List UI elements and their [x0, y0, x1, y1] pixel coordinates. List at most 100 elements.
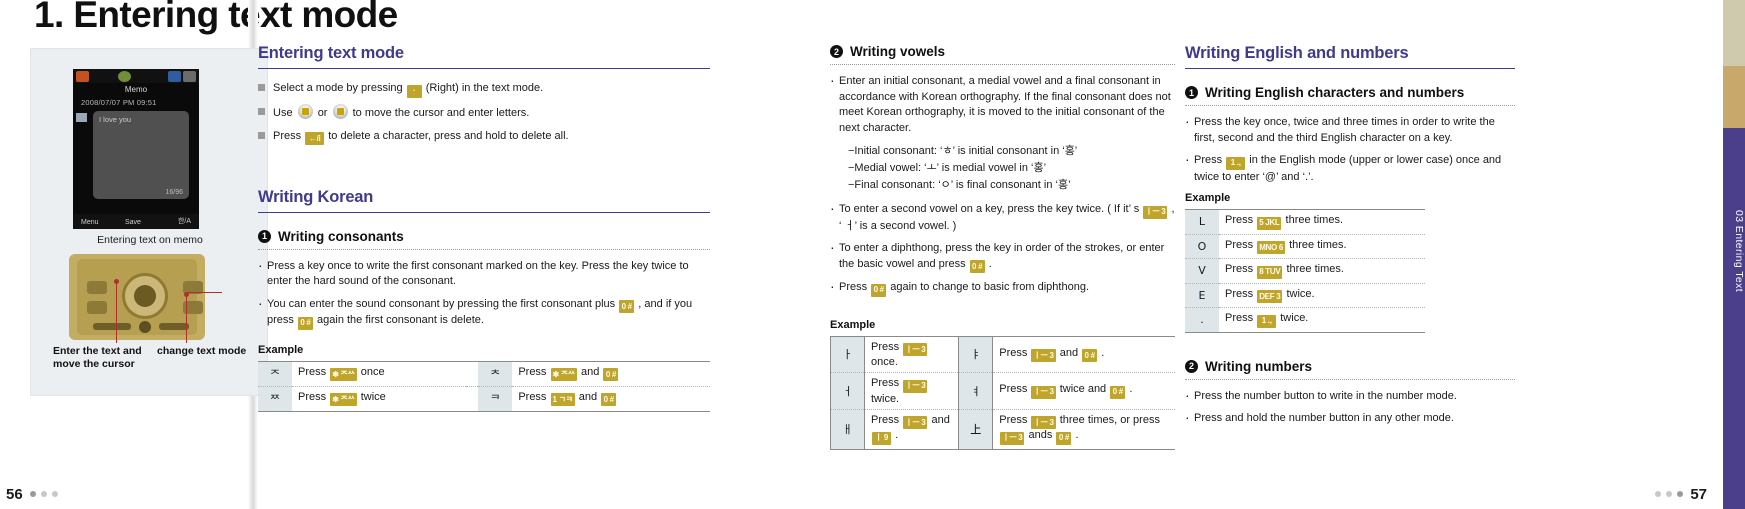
callout-line-right-h	[186, 292, 222, 293]
phone-text-box: I love you 16/96	[93, 111, 189, 199]
memo-icon	[76, 113, 87, 122]
bullet-second-vowel: To enter a second vowel on a key, press …	[830, 201, 1175, 234]
vowel-glyph-ae: ㅐ	[830, 409, 865, 449]
photo-caption: Entering text on memo	[97, 234, 203, 246]
vowel-key-chip-8: ㅣㅡ 3	[1031, 416, 1056, 429]
table-row: L Press 5 JKL three times.	[1185, 209, 1425, 235]
table-row: ㅓ Press ㅣㅡ 3 twice. ㅕ Press ㅣㅡ 3 twice a…	[830, 372, 1175, 410]
key-chip-1: 1 .,	[1257, 314, 1277, 328]
menu-key-icon	[139, 321, 151, 333]
page-dots-right	[1655, 491, 1683, 497]
soft-key-left: Menu	[81, 219, 99, 226]
e-pre-3: Press	[1225, 263, 1254, 275]
one-key-chip-2: 1 .,	[1226, 156, 1246, 170]
callout-dot-left	[114, 279, 119, 284]
globe-icon	[118, 71, 131, 82]
vowel-glyph-eo: ㅓ	[830, 372, 865, 410]
table-gap	[466, 361, 479, 387]
vowel-desc-eo: Press ㅣㅡ 3 twice.	[864, 372, 959, 410]
zero-hash-key-chip-5: 0 #	[969, 260, 985, 273]
english-example-table: L Press 5 JKL three times. O Press MNO 6…	[1185, 209, 1425, 333]
consonant-desc-k: Press 1 ㄱㅋ and 0 #	[512, 386, 710, 411]
english-desc-l: Press 5 JKL three times.	[1219, 209, 1425, 235]
second-vowel-p2: s	[1133, 203, 1140, 215]
key-chip-8: 8 TUV	[1257, 265, 1283, 279]
e-pre: Press	[1225, 214, 1254, 226]
signal-icon	[76, 71, 89, 82]
vowel-glyph-yeo: ㅕ	[958, 372, 994, 410]
phone-soft-key-bar: Menu Save 한/A	[73, 214, 199, 229]
navigation-key-icon-2	[332, 104, 348, 119]
send-key-icon	[93, 323, 131, 330]
desc-mid-r: and	[581, 365, 600, 378]
vowel-desc-a: Press ㅣㅡ 3 once.	[864, 336, 959, 373]
bullet-press-key-times: Press the key once, twice and three time…	[1185, 114, 1515, 146]
vowel-key-chip-6: ㅣㅡ 3	[903, 416, 928, 429]
dash-final-consonant: −Final consonant: ‘ㅇ’ is final consonant…	[848, 179, 1071, 191]
vowel-desc-yeo: Press ㅣㅡ 3 twice and 0 # .	[992, 372, 1175, 410]
vowel-glyph-a: ㅏ	[830, 336, 865, 373]
example-label-vowels: Example	[830, 318, 876, 331]
number-badge-1: 1	[258, 229, 271, 243]
dash-medial-vowel: −Medial vowel: ‘ㅗ’ is medial vowel in ‘홍…	[848, 162, 1047, 174]
subsection-title-numbers: Writing numbers	[1205, 358, 1313, 374]
star-key-chip-2: ✱ ᄌᄊ	[550, 368, 577, 382]
subsection-writing-vowels: 2 Writing vowels	[830, 44, 1175, 59]
subsection-english-characters: 1 Writing English characters and numbers	[1185, 85, 1515, 100]
subsection-writing-numbers: 2 Writing numbers	[1185, 359, 1515, 374]
table-row: O Press MNO 6 three times.	[1185, 234, 1425, 259]
basic-p1: Press	[839, 281, 868, 293]
consonant-glyph-ch: ᄎ	[478, 361, 513, 387]
english-bullets: Press the key once, twice and three time…	[1185, 114, 1515, 185]
bullet-orthography: Enter an initial consonant, a medial vow…	[830, 73, 1175, 136]
table-row: ᄍ Press ✱ ᄌᄊ twice ᄏ Press 1 ㄱㅋ and 0 #	[258, 386, 710, 411]
english-letter-o: O	[1185, 234, 1219, 259]
vowel-role-list: −Initial consonant: ‘ㅎ’ is initial conso…	[848, 143, 1175, 194]
soft-key-right: 한/A	[177, 218, 191, 225]
zero-hash-key-chip-8: 0 #	[1110, 385, 1126, 399]
section-rule-3	[1185, 68, 1515, 69]
page-dot	[1655, 491, 1661, 497]
bullet-press-key-once: Press a key once to write the first cons…	[258, 258, 710, 290]
english-desc-v: Press 8 TUV three times.	[1219, 258, 1425, 284]
zero-hash-key-chip-6: 0 #	[871, 283, 887, 297]
english-letter-l: L	[1185, 209, 1219, 235]
right-key-chip: ·	[406, 84, 422, 98]
e-post-4: twice.	[1286, 287, 1315, 300]
vowel-key-chip-3: ㅣㅡ 3	[1031, 349, 1056, 362]
e-post-3: three times.	[1286, 263, 1344, 275]
v-pre-r3: Press	[999, 413, 1028, 426]
desc-pre-r: Press	[518, 365, 547, 378]
key-chip-5: 5 JKL	[1257, 216, 1282, 230]
english-desc-o: Press MNO 6 three times.	[1219, 234, 1425, 259]
bullet-text-post-3: to delete a character, press and hold to…	[328, 129, 569, 142]
table-row: ᄌ Press ✱ ᄌᄊ once ᄎ Press ✱ ᄌᄊ and 0 #	[258, 361, 710, 387]
vowel-desc-ya: Press ㅣㅡ 3 and 0 # .	[992, 336, 1175, 373]
table-row: E Press DEF 3 twice.	[1185, 283, 1425, 308]
section-title-writing-korean: Writing Korean	[258, 187, 374, 206]
dotted-rule-2	[830, 64, 1175, 65]
bullet-press-delete: Press ←/i to delete a character, press a…	[258, 128, 710, 145]
diphthong-p2: .	[988, 257, 992, 270]
page-dot	[52, 491, 58, 497]
v-mid2-r3: ands	[1028, 429, 1053, 441]
v-pre: Press	[871, 340, 900, 353]
section-title-entering-text-mode: Entering text mode	[258, 44, 404, 62]
callout-label-right: change text mode	[157, 345, 247, 357]
v-mid-3: and	[931, 413, 950, 426]
basic-p2: again to change to basic from diphthong.	[890, 281, 1089, 293]
phone-screen-date: 2008/07/07 PM 09:51	[81, 98, 157, 107]
phone-status-bar	[73, 69, 199, 83]
vowel-desc-oe: Press ㅣㅡ 3 three times, or press ㅣㅡ 3 an…	[992, 409, 1175, 449]
page-dot	[1666, 491, 1672, 497]
second-vowel-p3: ,	[1171, 203, 1175, 215]
edge-segment-top	[1723, 0, 1745, 66]
e-pre-2: Press	[1225, 238, 1254, 251]
callout-label-left: Enter the text and move the cursor	[53, 345, 142, 370]
subsection-writing-consonants: 1 Writing consonants	[258, 229, 710, 244]
v-mid-r2: twice and	[1059, 383, 1107, 395]
battery-icon	[168, 71, 181, 82]
subsection-title-vowels: Writing vowels	[850, 44, 946, 59]
bullet-text-pre-2: Use	[273, 107, 293, 119]
consonant-desc-jj: Press ✱ ᄌᄊ twice	[292, 386, 467, 411]
